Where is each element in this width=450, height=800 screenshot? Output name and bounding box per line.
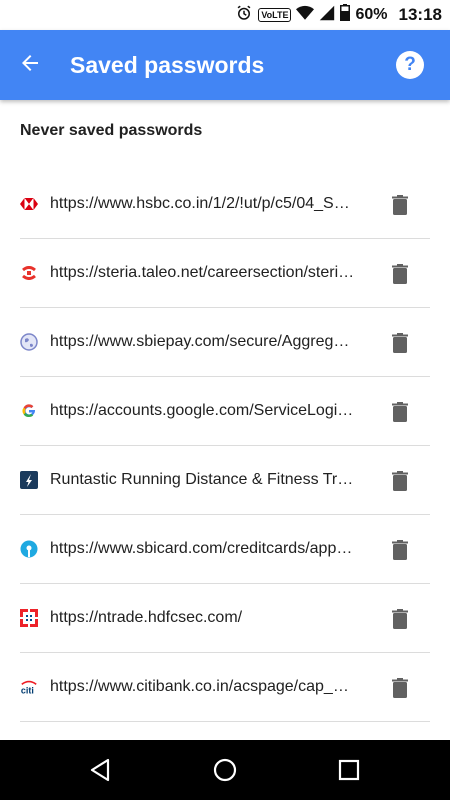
- site-url: https://steria.taleo.net/careersection/s…: [50, 264, 355, 281]
- signal-icon: [319, 5, 335, 26]
- battery-percent: 60%: [355, 6, 388, 23]
- nav-recents-button[interactable]: [334, 755, 364, 785]
- nav-back-button[interactable]: [85, 755, 115, 785]
- status-icons: VoLTE 60% 13:18: [235, 0, 442, 30]
- delete-button[interactable]: [388, 468, 412, 494]
- page-title: Saved passwords: [70, 52, 265, 78]
- screen: VoLTE 60% 13:18 Saved passwords ? Never …: [0, 0, 450, 800]
- delete-button[interactable]: [388, 261, 412, 287]
- site-url: https://www.sbicard.com/creditcards/app/…: [50, 540, 355, 557]
- status-bar: VoLTE 60% 13:18: [0, 0, 450, 30]
- delete-button[interactable]: [388, 192, 412, 218]
- site-url: Runtastic Running Distance & Fitness Tra…: [50, 471, 355, 488]
- site-url: https://ntrade.hdfcsec.com/: [50, 609, 243, 626]
- delete-button[interactable]: [388, 606, 412, 632]
- delete-button[interactable]: [388, 537, 412, 563]
- trash-icon: [392, 333, 408, 353]
- trash-icon: [392, 264, 408, 284]
- list-item[interactable]: https://ntrade.hdfcsec.com/: [0, 584, 450, 653]
- list-item[interactable]: https://www.sbiepay.com/secure/Aggregato…: [0, 308, 450, 377]
- delete-button[interactable]: [388, 330, 412, 356]
- divider: [20, 721, 430, 722]
- arrow-back-icon: [18, 51, 42, 80]
- taleo-favicon-icon: [20, 264, 38, 282]
- list-item[interactable]: Runtastic Running Distance & Fitness Tra…: [0, 446, 450, 515]
- runtastic-favicon-icon: [20, 471, 38, 489]
- svg-text:citi: citi: [21, 685, 34, 695]
- list-item[interactable]: https://www.sbicard.com/creditcards/app/…: [0, 515, 450, 584]
- nav-home-button[interactable]: [210, 755, 240, 785]
- site-url: https://www.sbiepay.com/secure/Aggregato…: [50, 333, 355, 350]
- navigation-bar: [0, 740, 450, 800]
- trash-icon: [392, 402, 408, 422]
- sbi-favicon-icon: [20, 540, 38, 558]
- status-time: 13:18: [398, 5, 442, 24]
- site-url: https://www.citibank.co.in/acspage/cap_n…: [50, 678, 355, 695]
- hdfc-favicon-icon: [20, 609, 38, 627]
- site-url: https://www.hsbc.co.in/1/2/!ut/p/c5/04_S…: [50, 195, 355, 212]
- citi-favicon-icon: citi: [20, 678, 38, 696]
- alarm-icon: [235, 4, 253, 27]
- section-header: Never saved passwords: [20, 122, 203, 139]
- exception-list: https://www.hsbc.co.in/1/2/!ut/p/c5/04_S…: [0, 170, 450, 722]
- list-item[interactable]: https://accounts.google.com/ServiceLogin…: [0, 377, 450, 446]
- volte-badge: VoLTE: [258, 8, 292, 22]
- trash-icon: [392, 678, 408, 698]
- delete-button[interactable]: [388, 399, 412, 425]
- site-url: https://accounts.google.com/ServiceLogin…: [50, 402, 355, 419]
- list-item[interactable]: citi https://www.citibank.co.in/acspage/…: [0, 653, 450, 722]
- battery-icon: [340, 4, 351, 26]
- wifi-icon: [296, 5, 315, 26]
- triangle-back-icon: [90, 758, 110, 782]
- google-favicon-icon: [20, 402, 38, 420]
- help-icon: ?: [404, 54, 416, 75]
- hsbc-favicon-icon: [20, 195, 38, 213]
- app-bar: Saved passwords ?: [0, 30, 450, 100]
- trash-icon: [392, 471, 408, 491]
- back-button[interactable]: [10, 45, 50, 85]
- trash-icon: [392, 609, 408, 629]
- square-recents-icon: [338, 759, 360, 781]
- circle-home-icon: [213, 758, 237, 782]
- help-button[interactable]: ?: [396, 51, 424, 79]
- delete-button[interactable]: [388, 675, 412, 701]
- trash-icon: [392, 540, 408, 560]
- globe-favicon-icon: [20, 333, 38, 351]
- list-item[interactable]: https://www.hsbc.co.in/1/2/!ut/p/c5/04_S…: [0, 170, 450, 239]
- list-item[interactable]: https://steria.taleo.net/careersection/s…: [0, 239, 450, 308]
- trash-icon: [392, 195, 408, 215]
